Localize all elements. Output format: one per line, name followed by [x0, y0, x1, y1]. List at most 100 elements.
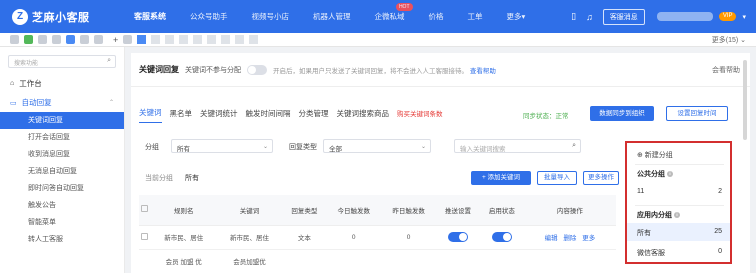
app-icon[interactable]	[94, 35, 103, 44]
group-select-value: 所有	[177, 146, 190, 153]
sidebar-item-keyword-reply[interactable]: 关键词回复	[0, 112, 124, 129]
sidebar-group-auto-reply[interactable]: ▭ 自动回复 ⌃	[0, 93, 124, 112]
top-navbar: Z 芝麻小客服 客服系统 公众号助手 视频号小店 机器人管理 企微私域 HOT …	[0, 0, 756, 33]
add-keyword-button[interactable]: + 添加关键词	[471, 171, 531, 185]
sidebar-item-transfer-human[interactable]: 转人工客服	[0, 231, 124, 248]
group-panel: ⊕ 新建分组 公共分组 i 11 2 应用内分组 i 所有 25 微信客服 0	[625, 141, 732, 264]
table-row: 会员 加盟 优 会员加盟优	[139, 249, 616, 273]
app-icon[interactable]	[52, 35, 61, 44]
top-menu-item-kefu[interactable]: 客服系统	[134, 11, 166, 22]
push-toggle[interactable]	[447, 232, 468, 242]
help-button[interactable]: 会看帮助	[712, 65, 740, 75]
sidebar-item-open-session-reply[interactable]: 打开会话回复	[0, 129, 124, 146]
current-group-label: 当前分组	[145, 175, 173, 182]
reply-type-value: 全部	[329, 146, 342, 153]
sidebar-item-notice[interactable]: 触发公告	[0, 197, 124, 214]
edit-link[interactable]: 编辑	[545, 235, 558, 242]
keyword-search-placeholder: 输入关键词搜索	[460, 146, 506, 153]
reply-type-select[interactable]: 全部 ⌄	[323, 139, 431, 153]
account-tab[interactable]	[207, 35, 217, 44]
more-link[interactable]: 更多	[582, 235, 595, 242]
sync-status: 同步状态：正常	[523, 113, 569, 120]
account-tab[interactable]	[165, 35, 175, 44]
account-tab[interactable]	[221, 35, 231, 44]
top-menu-item-qiwei[interactable]: 企微私域 HOT	[375, 3, 413, 22]
group-count: 0	[718, 248, 722, 255]
app-icon[interactable]	[38, 35, 47, 44]
reply-type-label: 回复类型	[289, 144, 317, 151]
sidebar-item-qa-reply[interactable]: 即时问答自动回复	[0, 180, 124, 197]
more-ops-button[interactable]: 更多操作	[583, 171, 619, 185]
column-header: 规则名	[150, 195, 217, 226]
bell-icon[interactable]: ♫	[586, 12, 593, 22]
tab-keyword-stats[interactable]: 关键词统计	[200, 108, 238, 123]
globe-icon[interactable]	[123, 35, 133, 44]
tab-trigger-interval[interactable]: 触发时间间隔	[246, 108, 291, 123]
enable-toggle[interactable]	[491, 232, 512, 242]
account-tab[interactable]	[151, 35, 161, 44]
row-select-cell	[139, 225, 151, 250]
group-item-selected[interactable]: 所有 25	[627, 223, 730, 241]
new-group-button[interactable]: ⊕ 新建分组	[637, 150, 673, 160]
select-all-checkbox[interactable]	[141, 205, 149, 213]
no-distribute-label: 关键词不参与分配	[185, 66, 241, 74]
kefu-message-button[interactable]: 客服消息	[602, 8, 645, 25]
column-header: 推送设置	[436, 195, 480, 226]
account-tab[interactable]	[193, 35, 203, 44]
no-distribute-toggle[interactable]	[247, 64, 267, 75]
table-row: 新市民、居住 新市民、居住 文本 0 0 编辑 删除 更多	[139, 225, 616, 250]
top-menu-item-shop[interactable]: 视频号小店	[252, 11, 290, 22]
sidebar-item-label: 工作台	[19, 79, 42, 88]
chevron-down-icon[interactable]: ▾	[742, 13, 746, 21]
group-item[interactable]: 微信客服 0	[627, 243, 730, 261]
tab-blacklist[interactable]: 黑名单	[170, 108, 193, 123]
divider	[635, 164, 724, 165]
delete-link[interactable]: 删除	[563, 235, 576, 242]
add-tab-icon[interactable]: +	[113, 35, 118, 45]
top-menu-item-robot[interactable]: 机器人管理	[313, 11, 351, 22]
account-tab[interactable]	[235, 35, 245, 44]
set-interval-button[interactable]: 设置回复时间	[666, 106, 728, 121]
tab-keywords[interactable]: 关键词	[139, 107, 162, 123]
group-name: 微信客服	[637, 250, 665, 257]
group-count: 2	[718, 188, 722, 195]
app-logo[interactable]: Z 芝麻小客服	[12, 8, 112, 25]
page-scrollbar[interactable]	[743, 60, 747, 140]
row-checkbox[interactable]	[141, 232, 149, 240]
wechat-icon[interactable]	[24, 35, 33, 44]
chat-icon: ▭	[10, 99, 17, 107]
more-tabs-dropdown[interactable]: 更多(15) ⌄	[712, 35, 746, 45]
sidebar-item-message-reply[interactable]: 收到消息回复	[0, 146, 124, 163]
top-menu-item-price[interactable]: 价格	[429, 11, 444, 22]
keyword-tabs: 关键词 黑名单 关键词统计 触发时间间隔 分类管理 关键词搜索商品 购买关键词条…	[139, 107, 451, 123]
app-icon[interactable]	[66, 35, 75, 44]
sidebar-item-workbench[interactable]: ⌂ 工作台	[0, 74, 124, 93]
sidebar-item-smart-menu[interactable]: 智能菜单	[0, 214, 124, 231]
top-menu-item-gzh[interactable]: 公众号助手	[190, 11, 228, 22]
account-tab[interactable]	[179, 35, 189, 44]
tab-buy-keywords[interactable]: 购买关键词条数	[397, 108, 443, 122]
top-menu-item-more[interactable]: 更多▾	[507, 11, 526, 22]
help-link[interactable]: 查看帮助	[470, 68, 496, 75]
keyword-search-input[interactable]: 输入关键词搜索 ⌕	[454, 139, 581, 153]
keyword-cell: 会员加盟优	[216, 249, 283, 273]
account-tab[interactable]	[249, 35, 259, 44]
top-menu-item-ticket[interactable]: 工单	[468, 11, 483, 22]
group-select[interactable]: 所有 ⌄	[171, 139, 273, 153]
batch-import-button[interactable]: 批量导入	[537, 171, 577, 185]
sidebar-search-input[interactable]: 搜索功能 ⌕	[8, 55, 116, 68]
user-name[interactable]	[656, 12, 713, 21]
menu-icon[interactable]	[10, 35, 19, 44]
open-tabs-bar: + 更多(15) ⌄	[0, 33, 756, 47]
group-name: 所有	[637, 230, 651, 237]
keyword-cell: 新市民、居住	[216, 225, 283, 250]
sync-to-org-button[interactable]: 数据同步到组织	[590, 106, 654, 121]
doc-icon[interactable]: ▯	[571, 11, 576, 22]
sidebar-item-no-message-reply[interactable]: 无消息自动回复	[0, 163, 124, 180]
account-tab-active[interactable]	[137, 35, 147, 44]
current-group-value: 所有	[184, 175, 199, 182]
app-icon[interactable]	[80, 35, 89, 44]
tab-keyword-product[interactable]: 关键词搜索商品	[337, 108, 390, 123]
group-item[interactable]: 11 2	[627, 183, 730, 201]
tab-category-manage[interactable]: 分类管理	[299, 108, 329, 123]
